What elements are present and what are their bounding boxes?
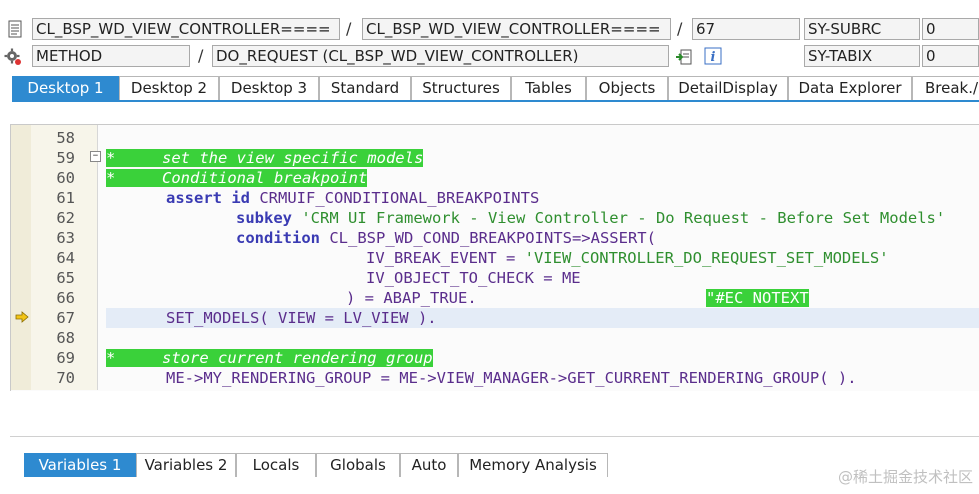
separator: /	[198, 46, 204, 65]
line-number: 60	[56, 169, 75, 187]
tab-structures[interactable]: Structures	[411, 76, 511, 100]
variables-tab-strip: Variables 1 Variables 2 Locals Globals A…	[24, 453, 979, 477]
line-number: 58	[56, 129, 75, 147]
tab-tables[interactable]: Tables	[511, 76, 586, 100]
string-literal: 'VIEW_CONTROLLER_DO_REQUEST_SET_MODELS'	[524, 249, 889, 267]
code-line-60[interactable]: * Conditional breakpoint	[106, 168, 368, 188]
identifier: CL_BSP_WD_COND_BREAKPOINTS=>ASSERT(	[320, 229, 656, 247]
code-line-61[interactable]: assert id CRMUIF_CONDITIONAL_BREAKPOINTS	[166, 188, 539, 208]
tab-locals[interactable]: Locals	[236, 453, 316, 477]
comment: * Conditional breakpoint	[106, 169, 368, 187]
pragma-comment: "#EC NOTEXT	[706, 288, 809, 308]
navigate-to-source-icon[interactable]	[675, 48, 693, 66]
keyword: assert id	[166, 189, 250, 207]
line-number: 70	[56, 369, 75, 387]
include-field[interactable]: CL_BSP_WD_VIEW_CONTROLLER====	[362, 18, 671, 40]
header-row-program: CL_BSP_WD_VIEW_CONTROLLER==== / CL_BSP_W…	[0, 18, 979, 42]
info-icon[interactable]: i	[704, 47, 722, 65]
tab-breakpoints[interactable]: Break./	[912, 76, 979, 100]
identifier: IV_OBJECT_TO_CHECK = ME	[366, 269, 581, 287]
sysfield-name-1[interactable]: SY-SUBRC	[804, 18, 920, 40]
tab-desktop-2[interactable]: Desktop 2	[119, 76, 219, 100]
code-line-64[interactable]: IV_BREAK_EVENT = 'VIEW_CONTROLLER_DO_REQ…	[366, 248, 889, 268]
line-number: 59	[56, 149, 75, 167]
collapse-block-icon[interactable]: −	[90, 151, 101, 162]
line-number: 68	[56, 329, 75, 347]
event-type-field[interactable]: METHOD	[32, 45, 190, 67]
tab-standard[interactable]: Standard	[319, 76, 411, 100]
separator: /	[677, 19, 683, 38]
code-line-66[interactable]: ) = ABAP_TRUE.	[346, 288, 477, 308]
sysfield-value-1[interactable]: 0	[922, 18, 979, 40]
comment: * set the view specific models	[106, 149, 424, 167]
code-line-63[interactable]: condition CL_BSP_WD_COND_BREAKPOINTS=>AS…	[236, 228, 656, 248]
svg-text:i: i	[711, 50, 716, 65]
comment: * store current rendering group	[106, 349, 433, 367]
breakpoint-gutter[interactable]	[11, 125, 32, 390]
tab-memory-analysis[interactable]: Memory Analysis	[458, 453, 608, 477]
code-line-59[interactable]: * set the view specific models	[106, 148, 424, 168]
tab-detaildisplay[interactable]: DetailDisplay	[668, 76, 788, 100]
line-number: 66	[56, 289, 75, 307]
tab-data-explorer[interactable]: Data Explorer	[788, 76, 912, 100]
line-number: 65	[56, 269, 75, 287]
divider	[10, 436, 979, 437]
line-number: 69	[56, 349, 75, 367]
pragma: "#EC NOTEXT	[706, 289, 809, 307]
tab-variables-2[interactable]: Variables 2	[136, 453, 236, 477]
sysfield-value-2[interactable]: 0	[922, 45, 979, 67]
keyword: subkey	[236, 209, 292, 227]
line-number: 61	[56, 189, 75, 207]
document-icon	[8, 20, 22, 38]
line-number: 62	[56, 209, 75, 227]
tab-globals[interactable]: Globals	[316, 453, 400, 477]
header-row-event: METHOD / DO_REQUEST (CL_BSP_WD_VIEW_CONT…	[0, 45, 979, 69]
keyword: condition	[236, 229, 320, 247]
line-field[interactable]: 67	[692, 18, 800, 40]
code-line-70[interactable]: ME->MY_RENDERING_GROUP = ME->VIEW_MANAGE…	[166, 368, 857, 388]
tab-desktop-3[interactable]: Desktop 3	[219, 76, 319, 100]
gear-icon	[4, 48, 21, 65]
desktop-tab-strip: Desktop 1 Desktop 2 Desktop 3 Standard S…	[12, 76, 979, 102]
tab-variables-1[interactable]: Variables 1	[24, 453, 136, 477]
identifier: SET_MODELS( VIEW = LV_VIEW ).	[166, 309, 437, 327]
watermark: @稀土掘金技术社区	[837, 468, 973, 486]
tab-auto[interactable]: Auto	[400, 453, 458, 477]
line-number: 67	[56, 309, 75, 327]
tab-desktop-1[interactable]: Desktop 1	[12, 76, 119, 100]
current-statement-arrow-icon	[15, 311, 29, 323]
tab-objects[interactable]: Objects	[586, 76, 668, 100]
sysfield-name-2[interactable]: SY-TABIX	[804, 45, 920, 67]
line-number: 63	[56, 229, 75, 247]
code-line-69[interactable]: * store current rendering group	[106, 348, 433, 368]
separator: /	[346, 19, 352, 38]
line-number: 64	[56, 249, 75, 267]
identifier: CRMUIF_CONDITIONAL_BREAKPOINTS	[250, 189, 540, 207]
code-line-67[interactable]: SET_MODELS( VIEW = LV_VIEW ).	[166, 308, 437, 328]
string-literal: 'CRM UI Framework - View Controller - Do…	[292, 209, 946, 227]
event-name-field[interactable]: DO_REQUEST (CL_BSP_WD_VIEW_CONTROLLER)	[212, 45, 669, 67]
identifier: ME->MY_RENDERING_GROUP = ME->VIEW_MANAGE…	[166, 369, 857, 387]
program-field[interactable]: CL_BSP_WD_VIEW_CONTROLLER====	[32, 18, 340, 40]
identifier: ) = ABAP_TRUE.	[346, 289, 477, 307]
identifier: IV_BREAK_EVENT =	[366, 249, 525, 267]
code-line-62[interactable]: subkey 'CRM UI Framework - View Controll…	[236, 208, 945, 228]
code-line-65[interactable]: IV_OBJECT_TO_CHECK = ME	[366, 268, 581, 288]
